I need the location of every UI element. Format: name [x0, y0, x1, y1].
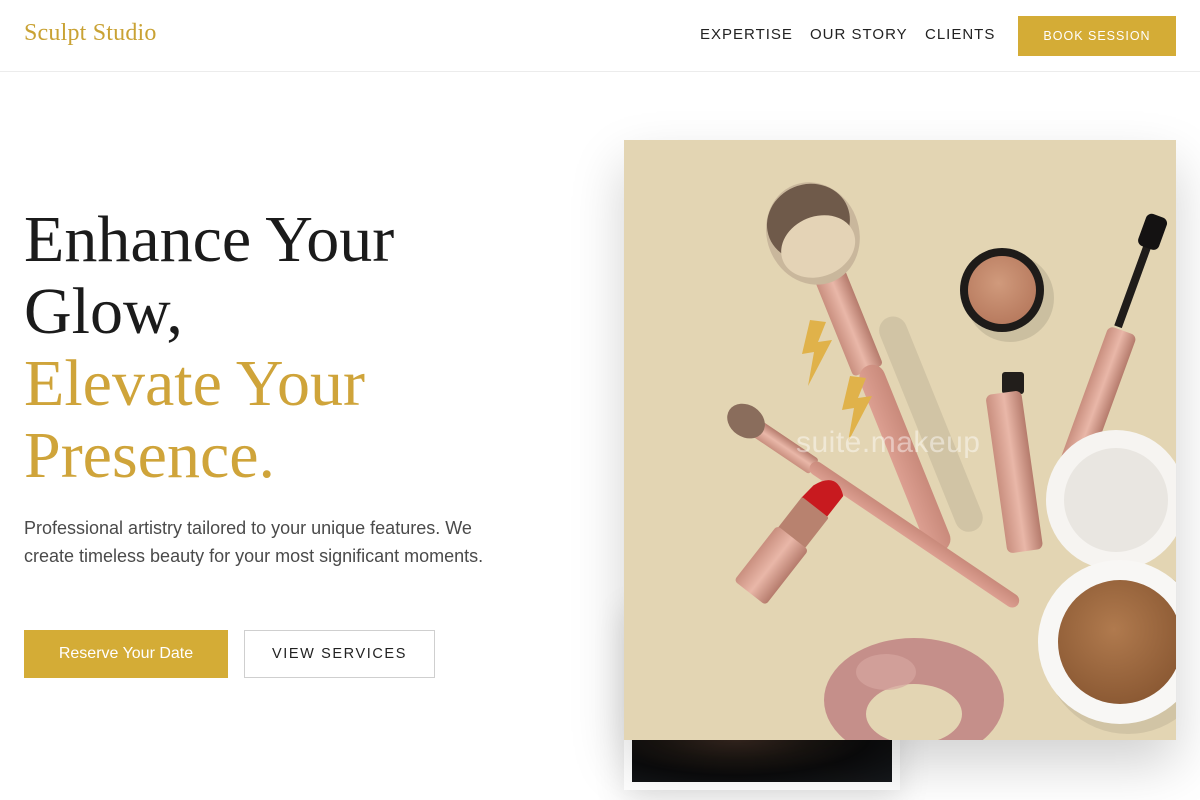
hero-description: Professional artistry tailored to your u…	[24, 518, 484, 566]
headline-line-1: Enhance Your	[24, 203, 395, 276]
lipstick	[735, 480, 844, 604]
portrait-image	[632, 738, 892, 782]
gloss-tube	[986, 372, 1043, 553]
nav-link-clients[interactable]: CLIENTS	[925, 26, 995, 43]
logo[interactable]: Sculpt Studio	[24, 20, 157, 47]
scrunchie	[824, 638, 1004, 740]
powder-compact	[1038, 430, 1176, 734]
nav-link-expertise[interactable]: EXPERTISE	[700, 26, 793, 43]
book-session-button[interactable]: BOOK SESSION	[1018, 16, 1176, 56]
site-header: Sculpt Studio EXPERTISE OUR STORY CLIENT…	[0, 0, 1200, 72]
view-services-button[interactable]: VIEW SERVICES	[244, 630, 435, 678]
makeup-flatlay-image: suite.makeup	[624, 140, 1176, 740]
reserve-date-button[interactable]: Reserve Your Date	[24, 630, 228, 678]
image-watermark: suite.makeup	[796, 426, 981, 459]
nav-link-our-story[interactable]: OUR STORY	[810, 26, 908, 43]
blush-pot	[960, 248, 1054, 342]
headline-line-4: Presence.	[24, 419, 276, 492]
headline-line-2: Glow,	[24, 275, 183, 348]
headline-line-3: Elevate Your	[24, 347, 365, 420]
